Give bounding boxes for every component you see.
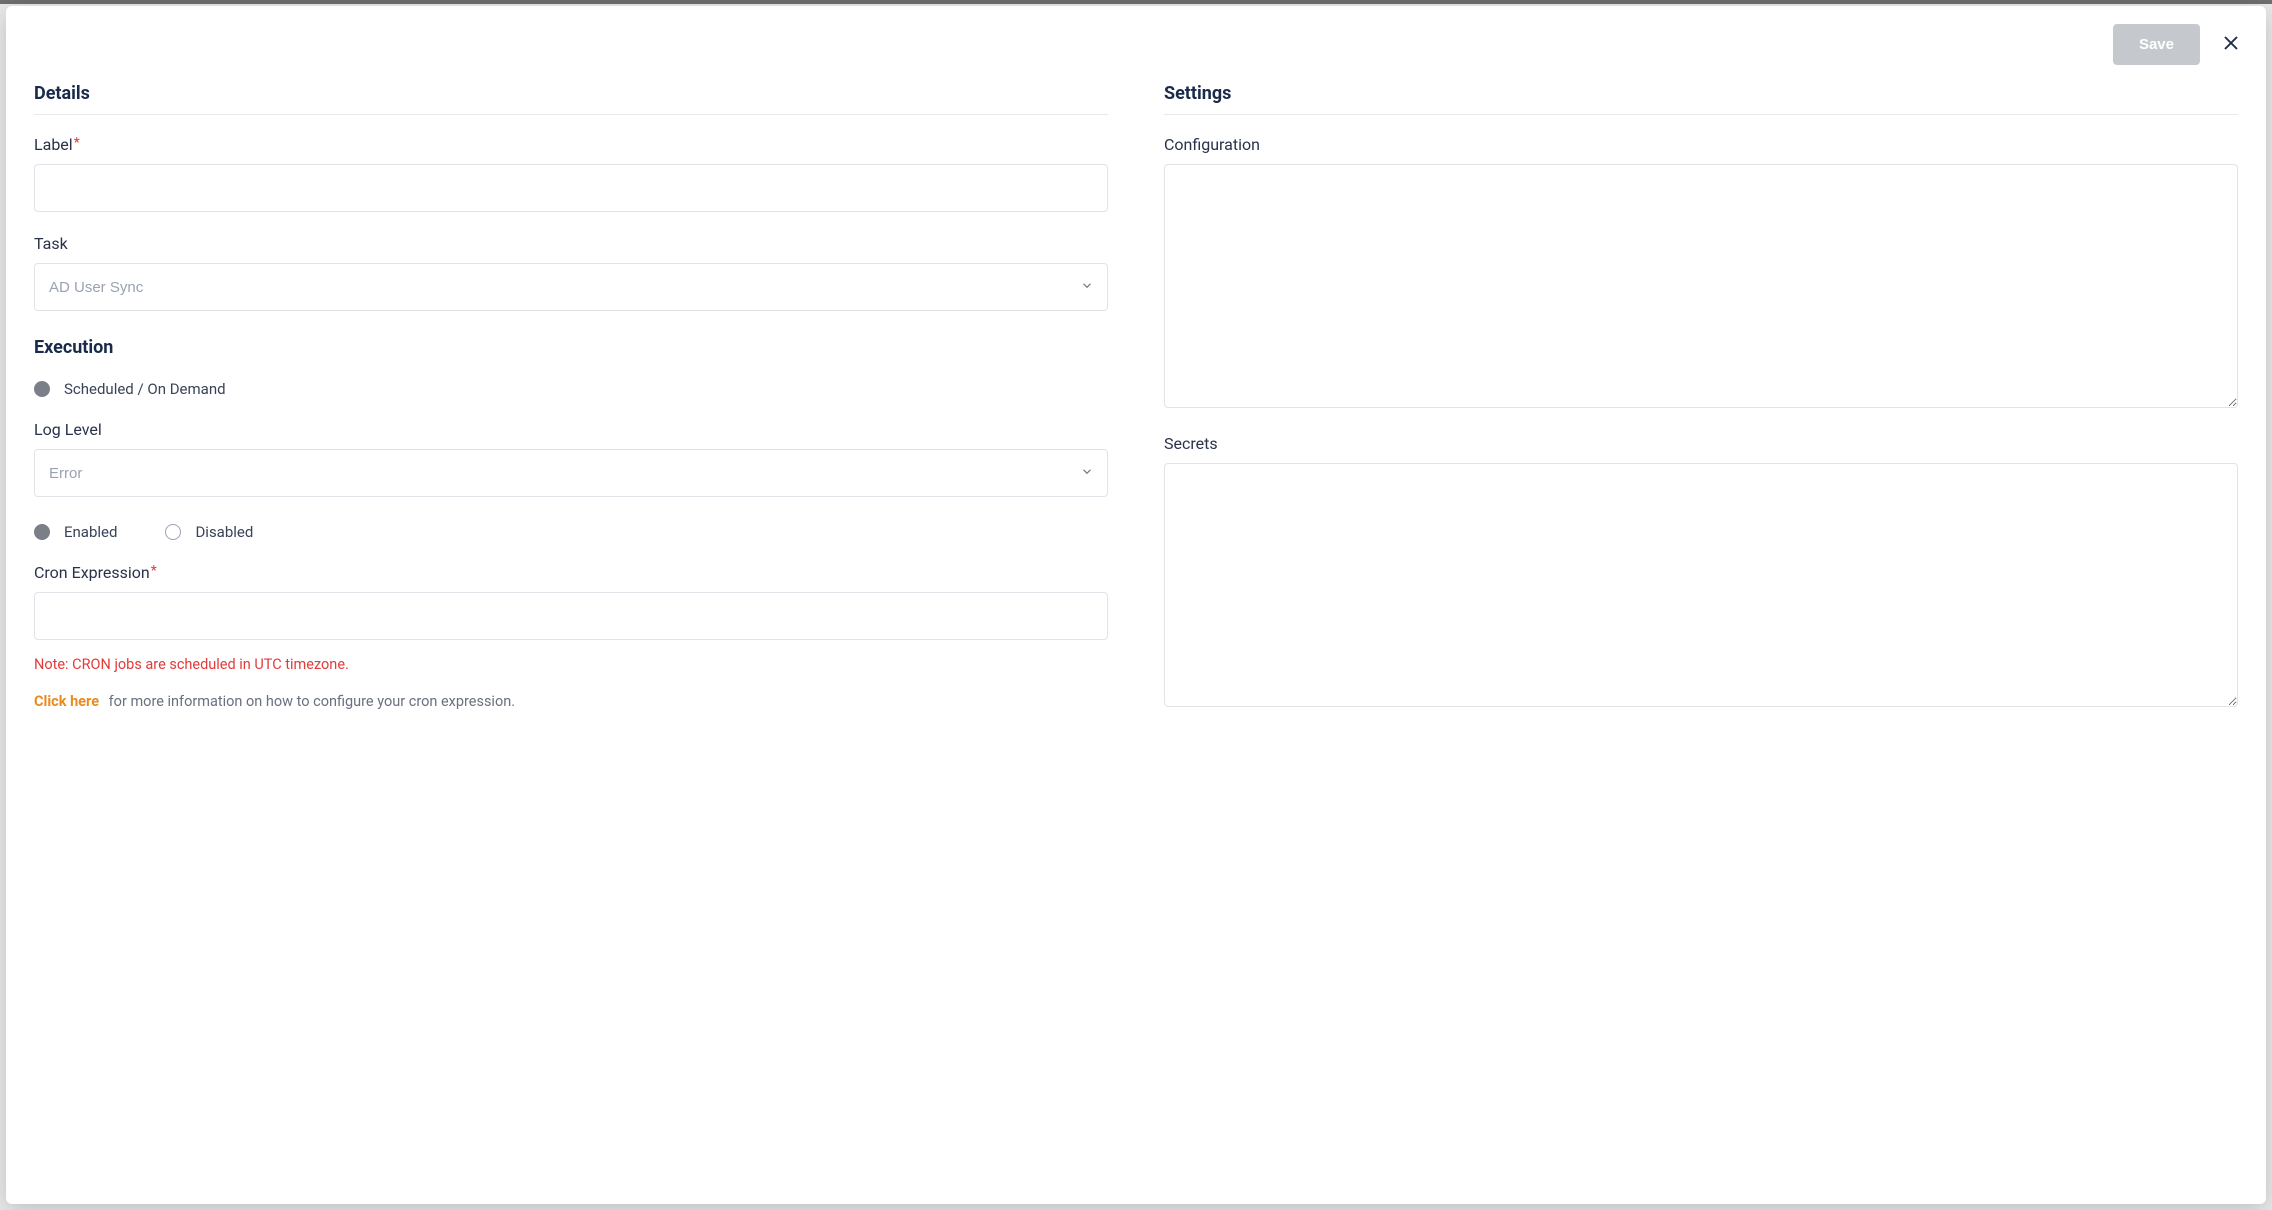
secrets-textarea[interactable] bbox=[1164, 463, 2238, 707]
cron-field-label-text: Cron Expression bbox=[34, 563, 150, 582]
details-section-title: Details bbox=[34, 83, 1108, 115]
label-field: Label* bbox=[34, 135, 1108, 212]
cron-input[interactable] bbox=[34, 592, 1108, 640]
execution-mode-row: Scheduled / On Demand bbox=[34, 380, 1108, 398]
task-select-display[interactable] bbox=[34, 263, 1108, 311]
cron-help-link[interactable]: Click here bbox=[34, 693, 99, 710]
configuration-field: Configuration bbox=[1164, 135, 2238, 412]
cron-help-text: for more information on how to configure… bbox=[109, 693, 515, 710]
loglevel-field-label: Log Level bbox=[34, 420, 1108, 439]
status-enabled-radio[interactable]: Enabled bbox=[34, 523, 117, 541]
radio-icon bbox=[165, 524, 181, 540]
secrets-field: Secrets bbox=[1164, 434, 2238, 711]
modal-body[interactable]: Details Label* Task Execution bbox=[6, 65, 2266, 1204]
modal-header: Save bbox=[6, 6, 2266, 65]
radio-icon bbox=[34, 524, 50, 540]
task-editor-modal: Save Details Label* Task bbox=[6, 6, 2266, 1204]
status-enabled-label: Enabled bbox=[64, 523, 117, 541]
configuration-field-label: Configuration bbox=[1164, 135, 2238, 154]
save-button[interactable]: Save bbox=[2113, 24, 2200, 65]
loglevel-field: Log Level bbox=[34, 420, 1108, 497]
secrets-field-label: Secrets bbox=[1164, 434, 2238, 453]
loglevel-select-display[interactable] bbox=[34, 449, 1108, 497]
status-radio-row: Enabled Disabled bbox=[34, 519, 1108, 541]
settings-column: Settings Configuration Secrets bbox=[1164, 83, 2238, 1164]
details-column: Details Label* Task Execution bbox=[34, 83, 1108, 1164]
cron-field: Cron Expression* bbox=[34, 563, 1108, 640]
background-app-toolbar bbox=[0, 0, 2272, 4]
close-icon bbox=[2222, 34, 2240, 55]
task-field-label: Task bbox=[34, 234, 1108, 253]
status-disabled-label: Disabled bbox=[195, 523, 253, 541]
status-disabled-radio[interactable]: Disabled bbox=[165, 523, 253, 541]
execution-mode-scheduled-radio[interactable]: Scheduled / On Demand bbox=[34, 380, 226, 398]
label-input[interactable] bbox=[34, 164, 1108, 212]
cron-utc-note: Note: CRON jobs are scheduled in UTC tim… bbox=[34, 656, 1108, 673]
radio-icon bbox=[34, 381, 50, 397]
required-indicator: * bbox=[151, 563, 157, 579]
task-field: Task bbox=[34, 234, 1108, 311]
required-indicator: * bbox=[74, 135, 80, 151]
cron-field-label: Cron Expression* bbox=[34, 563, 1108, 582]
task-select[interactable] bbox=[34, 263, 1108, 311]
cron-help-line: Click here for more information on how t… bbox=[34, 693, 1108, 710]
label-field-label-text: Label bbox=[34, 135, 73, 154]
execution-mode-label: Scheduled / On Demand bbox=[64, 380, 226, 398]
configuration-textarea[interactable] bbox=[1164, 164, 2238, 408]
label-field-label: Label* bbox=[34, 135, 1108, 154]
loglevel-select[interactable] bbox=[34, 449, 1108, 497]
close-button[interactable] bbox=[2218, 30, 2244, 59]
settings-section-title: Settings bbox=[1164, 83, 2238, 115]
execution-subtitle: Execution bbox=[34, 337, 1108, 358]
